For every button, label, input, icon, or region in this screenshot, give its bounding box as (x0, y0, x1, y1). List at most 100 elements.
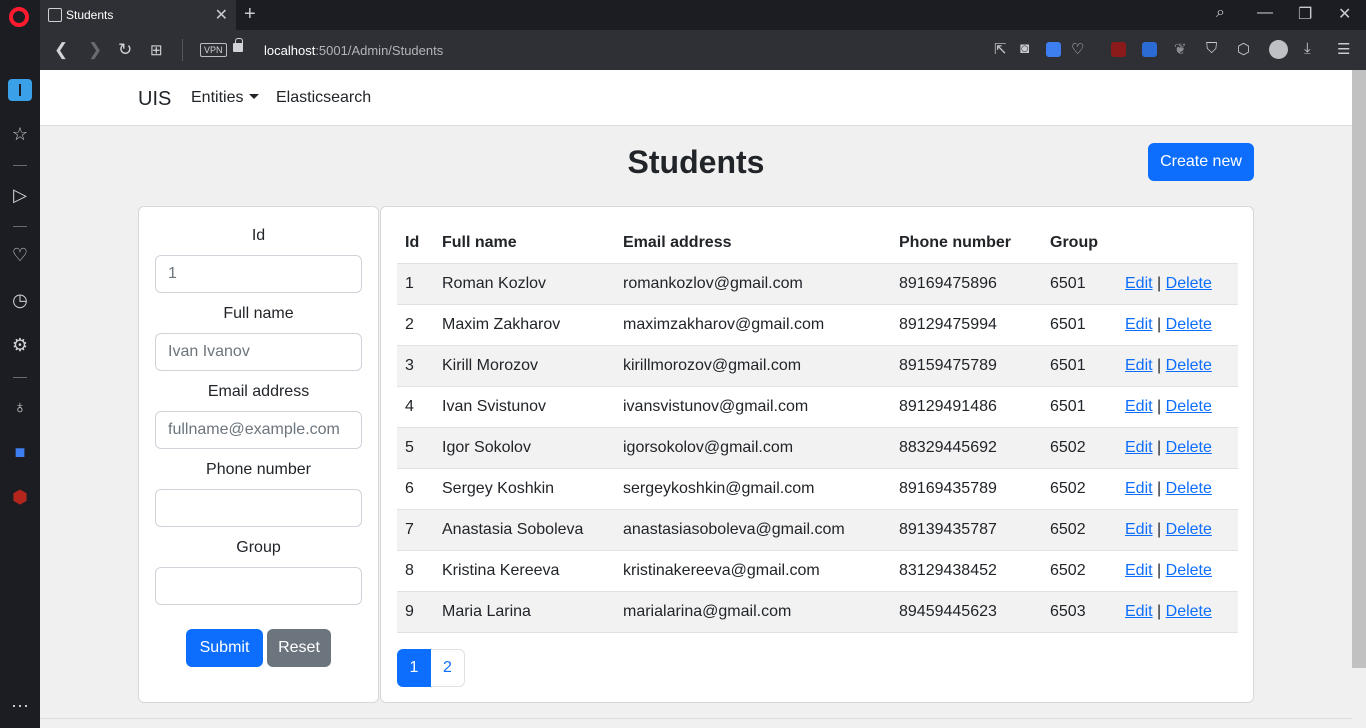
new-tab-icon[interactable]: + (244, 3, 256, 26)
page-2-button[interactable]: 2 (431, 649, 465, 687)
tab-overview-icon[interactable]: ⊞ (150, 41, 163, 59)
star-icon[interactable]: ☆ (9, 124, 31, 145)
delete-link[interactable]: Delete (1166, 521, 1212, 538)
email-field[interactable] (155, 411, 362, 449)
sidebar-divider (13, 165, 27, 166)
edit-link[interactable]: Edit (1125, 275, 1153, 292)
sidebar-divider (13, 226, 27, 227)
tab-favicon-icon (48, 8, 62, 22)
cell-phone: 89159475789 (891, 345, 1042, 387)
fullname-field[interactable] (155, 333, 362, 371)
header-group: Group (1042, 223, 1117, 264)
cell-email: marialarina@gmail.com (615, 591, 891, 633)
cell-full-name: Roman Kozlov (434, 263, 615, 305)
group-field[interactable] (155, 567, 362, 605)
share-icon[interactable]: ⇱ (994, 40, 1007, 58)
lock-icon[interactable] (233, 38, 243, 52)
cell-id: 7 (397, 509, 434, 551)
tab-search-icon[interactable]: ⌕ (1216, 4, 1225, 22)
cell-group: 6502 (1042, 427, 1117, 469)
cell-phone: 89169435789 (891, 468, 1042, 510)
cube-icon[interactable]: ⬡ (1237, 40, 1250, 58)
player-icon[interactable]: ▷ (9, 185, 31, 206)
entities-dropdown[interactable]: Entities (191, 89, 260, 107)
footer-divider (40, 718, 1352, 719)
scrollbar-thumb[interactable] (1352, 70, 1366, 668)
phone-label: Phone number (206, 461, 311, 478)
window-close-icon[interactable]: ✕ (1338, 4, 1351, 24)
table-row: 8 Kristina Kereeva kristinakereeva@gmail.c… (397, 550, 1238, 592)
reset-button[interactable]: Reset (267, 629, 331, 667)
delete-link[interactable]: Delete (1166, 439, 1212, 456)
ublock-sidebar-icon[interactable]: ⬢ (9, 487, 31, 508)
delete-link[interactable]: Delete (1166, 562, 1212, 579)
elasticsearch-link[interactable]: Elasticsearch (276, 89, 371, 107)
edit-link[interactable]: Edit (1125, 439, 1153, 456)
browser-tab[interactable]: Students ✕ (40, 0, 236, 30)
reload-icon[interactable]: ↻ (118, 40, 132, 60)
snapshot-icon[interactable]: ◙ (1020, 40, 1029, 57)
delete-link[interactable]: Delete (1166, 275, 1212, 292)
url-field[interactable]: localhost:5001/Admin/Students (264, 43, 443, 58)
url-path: :5001/Admin/Students (315, 43, 444, 58)
cell-full-name: Kirill Morozov (434, 345, 615, 387)
cell-group: 6502 (1042, 509, 1117, 551)
phone-field[interactable] (155, 489, 362, 527)
bitwarden-sidebar-icon[interactable]: ■ (9, 442, 31, 463)
shield-icon[interactable] (1046, 42, 1061, 57)
edit-link[interactable]: Edit (1125, 357, 1153, 374)
cell-full-name: Maria Larina (434, 591, 615, 633)
more-icon[interactable]: ⋯ (9, 696, 31, 717)
table-row: 4 Ivan Svistunov ivansvistunov@gmail.com 89… (397, 386, 1238, 428)
edit-link[interactable]: Edit (1125, 521, 1153, 538)
edit-link[interactable]: Edit (1125, 480, 1153, 497)
delete-link[interactable]: Delete (1166, 603, 1212, 620)
restore-icon[interactable]: ❐ (1298, 4, 1312, 24)
heart-icon[interactable]: ♡ (1071, 40, 1084, 58)
page-scrollbar[interactable] (1352, 70, 1366, 728)
create-new-button[interactable]: Create new (1148, 143, 1254, 181)
vpn-badge[interactable]: VPN (200, 43, 227, 57)
edit-link[interactable]: Edit (1125, 316, 1153, 333)
leaf-icon[interactable]: ❦ (1174, 40, 1187, 58)
ublock-icon[interactable] (1111, 42, 1126, 57)
action-separator: | (1157, 602, 1162, 620)
easy-setup-icon[interactable]: ☰ (1337, 40, 1350, 58)
history-icon[interactable]: ◷ (9, 290, 31, 311)
tab-close-icon[interactable]: ✕ (215, 5, 228, 25)
download-icon[interactable]: ⤓ (1304, 40, 1311, 57)
table-row: 6 Sergey Koshkin sergeykoshkin@gmail.com 89… (397, 468, 1238, 510)
cell-group: 6501 (1042, 345, 1117, 387)
students-table: Id Full name Email address Phone number … (397, 223, 1238, 633)
submit-button[interactable]: Submit (186, 629, 263, 667)
lightbulb-icon[interactable]: ♁ (9, 397, 31, 418)
brand-link[interactable]: UIS (138, 88, 171, 111)
table-row: 2 Maxim Zakharov maximzakharov@gmail.com 89… (397, 304, 1238, 346)
table-row: 5 Igor Sokolov igorsokolov@gmail.com 883294… (397, 427, 1238, 469)
edit-link[interactable]: Edit (1125, 398, 1153, 415)
reading-list-icon[interactable] (8, 79, 32, 101)
group-label: Group (236, 539, 281, 556)
delete-link[interactable]: Delete (1166, 480, 1212, 497)
extension-shield-icon[interactable]: ⛉ (1206, 40, 1217, 57)
cell-email: kristinakereeva@gmail.com (615, 550, 891, 592)
header-actions (1117, 223, 1238, 264)
delete-link[interactable]: Delete (1166, 357, 1212, 374)
edit-link[interactable]: Edit (1125, 603, 1153, 620)
settings-icon[interactable]: ⚙ (9, 335, 31, 356)
cell-email: romankozlov@gmail.com (615, 263, 891, 305)
forward-icon[interactable]: ❯ (88, 40, 102, 60)
delete-link[interactable]: Delete (1166, 316, 1212, 333)
heart-icon[interactable]: ♡ (9, 245, 31, 266)
profile-avatar[interactable] (1269, 40, 1288, 59)
cell-id: 4 (397, 386, 434, 428)
opera-menu-icon[interactable] (9, 7, 29, 27)
cell-phone: 89129491486 (891, 386, 1042, 428)
delete-link[interactable]: Delete (1166, 398, 1212, 415)
id-field[interactable] (155, 255, 362, 293)
edit-link[interactable]: Edit (1125, 562, 1153, 579)
back-icon[interactable]: ❮ (54, 40, 68, 60)
page-1-button[interactable]: 1 (397, 649, 431, 687)
bitwarden-icon[interactable] (1142, 42, 1157, 57)
minimize-icon[interactable]: — (1257, 4, 1273, 22)
